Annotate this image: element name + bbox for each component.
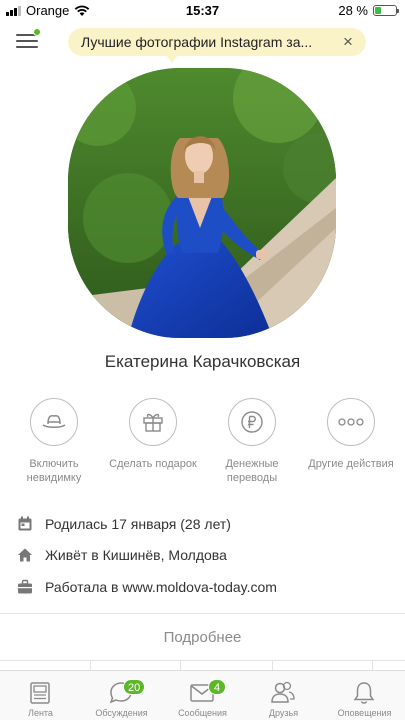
- banner-text: Лучшие фотографии Instagram за...: [81, 34, 313, 50]
- work-link[interactable]: www.moldova-today.com: [122, 579, 277, 595]
- status-right: 28 %: [338, 3, 399, 18]
- tab-label: Сообщения: [178, 708, 227, 718]
- friends-icon: [271, 681, 295, 703]
- info-birthday: Родилась 17 января (28 лет): [0, 513, 405, 535]
- calendar-icon: [18, 516, 32, 531]
- content-strip: [0, 660, 405, 671]
- action-label-line1: Сделать подарок: [109, 458, 197, 470]
- work-prefix: Работала в: [45, 579, 119, 595]
- tab-discussions[interactable]: 20 Обсуждения: [81, 671, 162, 720]
- more-dots-icon: [338, 418, 364, 426]
- location-text: Живёт в Кишинёв, Молдова: [45, 547, 227, 563]
- briefcase-icon: [18, 579, 32, 594]
- action-circle: [228, 398, 276, 446]
- location-prefix: Живёт в: [45, 547, 99, 563]
- bell-icon: [353, 682, 375, 704]
- more-details-button[interactable]: Подробнее: [0, 614, 405, 660]
- battery-icon: [373, 5, 399, 16]
- messages-badge: 4: [208, 679, 226, 695]
- action-label-line2: переводы: [226, 472, 278, 484]
- battery-percent: 28 %: [338, 3, 368, 18]
- action-circle: [327, 398, 375, 446]
- action-label: Сделать подарок: [103, 457, 203, 471]
- action-label-line2: невидимку: [26, 472, 82, 484]
- profile-photo[interactable]: [68, 68, 336, 338]
- tab-messages[interactable]: 4 Сообщения: [162, 671, 243, 720]
- work-text: Работала в www.moldova-today.com: [45, 579, 277, 595]
- info-work: Работала в www.moldova-today.com: [0, 576, 405, 598]
- menu-button[interactable]: [16, 28, 41, 50]
- action-label: Другие действия: [301, 457, 401, 471]
- action-circle: [129, 398, 177, 446]
- tab-bar: Лента 20 Обсуждения 4 Сообщения Друзья О…: [0, 670, 405, 720]
- ruble-icon: [241, 411, 263, 433]
- feed-icon: [30, 682, 50, 704]
- status-bar: Orange 15:37 28 %: [0, 0, 405, 22]
- info-location: Живёт в Кишинёв, Молдова: [0, 544, 405, 566]
- notification-dot: [33, 28, 41, 36]
- action-label-line1: Другие действия: [308, 458, 394, 470]
- other-actions-button[interactable]: Другие действия: [301, 398, 401, 471]
- gift-icon: [143, 413, 163, 432]
- profile-name: Екатерина Карачковская: [104, 352, 301, 371]
- action-circle: [30, 398, 78, 446]
- battery-fill: [375, 7, 381, 14]
- photo-illustration: [68, 68, 336, 338]
- home-icon: [18, 548, 32, 562]
- birthday-text: Родилась 17 января (28 лет): [45, 516, 231, 532]
- action-label-line1: Включить: [29, 458, 79, 470]
- action-label: Денежные переводы: [202, 457, 302, 485]
- close-icon[interactable]: ×: [340, 32, 356, 52]
- tab-notifications[interactable]: Оповещения: [324, 671, 405, 720]
- tab-feed[interactable]: Лента: [0, 671, 81, 720]
- promo-banner[interactable]: Лучшие фотографии Instagram за... ×: [68, 28, 366, 63]
- send-gift-button[interactable]: Сделать подарок: [103, 398, 203, 471]
- discussions-badge: 20: [123, 679, 146, 695]
- location-link[interactable]: Кишинёв, Молдова: [103, 547, 227, 563]
- action-label-line1: Денежные: [225, 458, 279, 470]
- invisible-mode-button[interactable]: Включить невидимку: [4, 398, 104, 485]
- hat-icon: [42, 415, 66, 428]
- tab-label: Друзья: [268, 708, 299, 718]
- tab-label: Лента: [28, 708, 53, 718]
- tab-label: Оповещения: [337, 708, 392, 718]
- tab-friends[interactable]: Друзья: [243, 671, 324, 720]
- tab-label: Обсуждения: [95, 708, 148, 718]
- action-label: Включить невидимку: [4, 457, 104, 485]
- money-transfers-button[interactable]: Денежные переводы: [202, 398, 302, 485]
